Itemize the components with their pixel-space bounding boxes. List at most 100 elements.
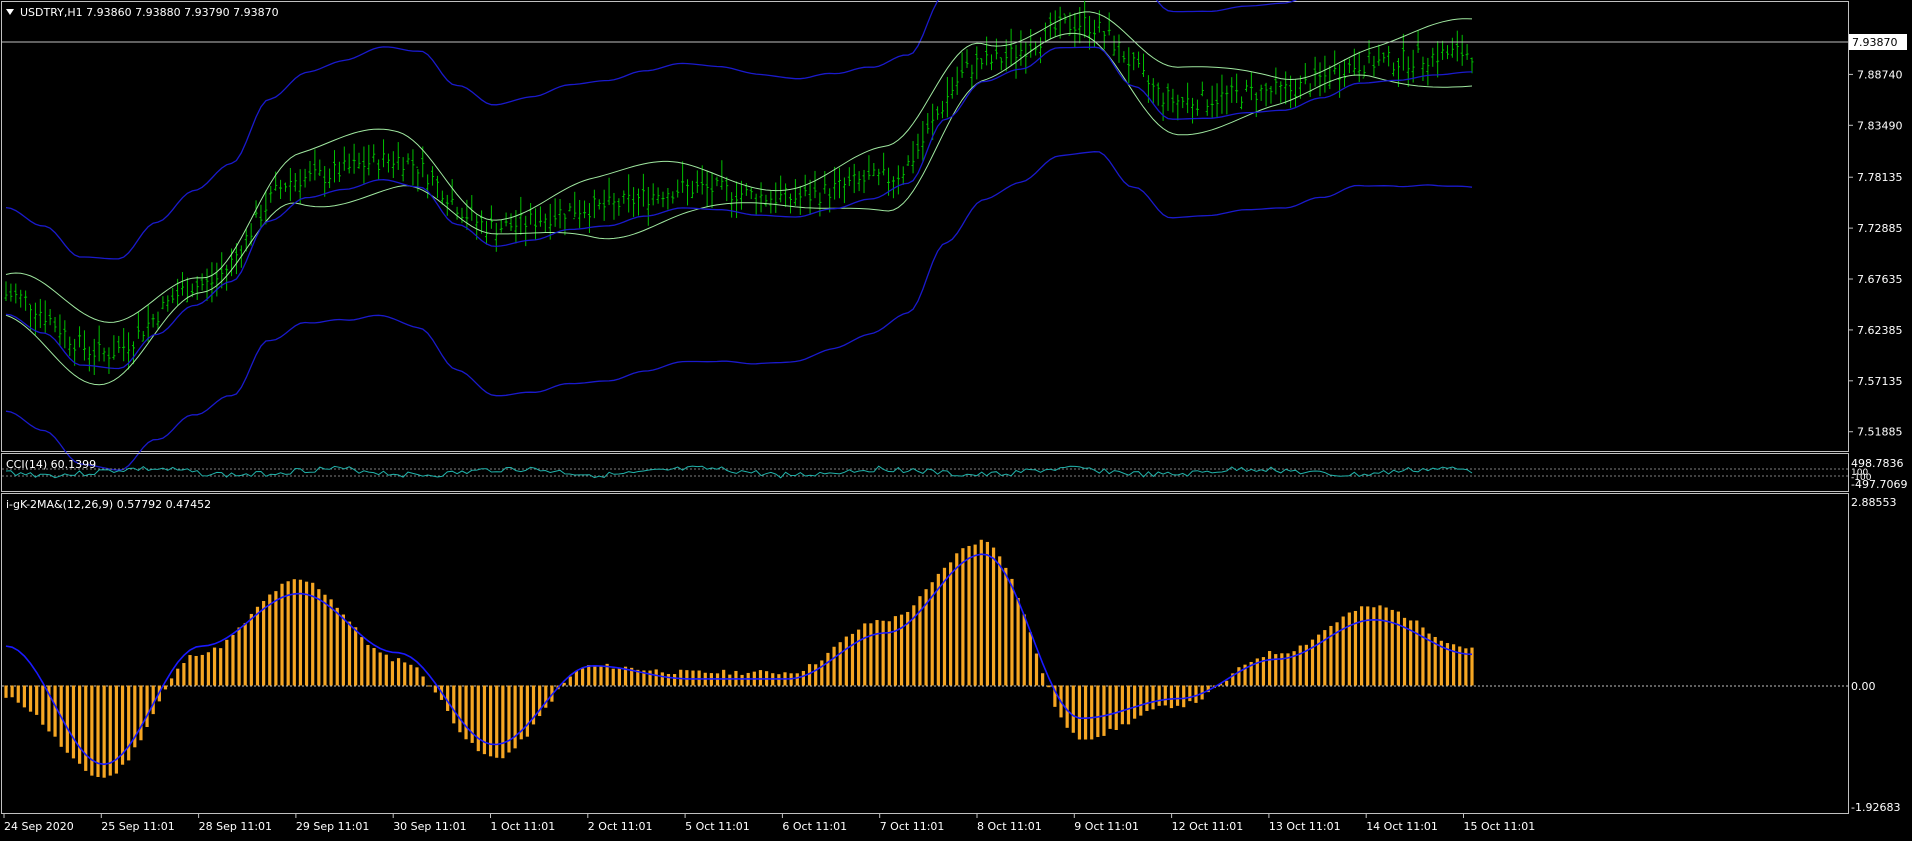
histogram-bar xyxy=(219,648,223,686)
histogram-bar xyxy=(292,579,296,686)
histogram-bar xyxy=(145,685,149,728)
histogram-bar xyxy=(1004,567,1008,686)
macd-tick-min: -1.92683 xyxy=(1851,801,1900,814)
chart-canvas[interactable]: USDTRY,H1 7.93860 7.93880 7.93790 7.9387… xyxy=(0,0,1912,838)
histogram-bar xyxy=(1065,685,1069,728)
histogram-bar xyxy=(4,685,8,698)
histogram-bar xyxy=(820,660,824,686)
histogram-bar xyxy=(672,674,677,686)
price-tick-label: 7.88740 xyxy=(1857,68,1903,81)
histogram-bar xyxy=(832,646,836,686)
histogram-bar xyxy=(1347,612,1351,686)
histogram-bar xyxy=(697,670,701,686)
histogram-bar xyxy=(691,670,695,686)
histogram-bar xyxy=(611,668,615,686)
histogram-bar xyxy=(1225,680,1229,686)
histogram-bar xyxy=(857,629,861,686)
histogram-bar xyxy=(1120,685,1124,725)
price-tick-label: 7.51885 xyxy=(1857,426,1903,439)
histogram-bar xyxy=(1108,685,1112,729)
time-tick-label: 25 Sep 11:01 xyxy=(101,820,174,833)
histogram-bar xyxy=(1102,685,1106,736)
histogram-bar xyxy=(347,621,352,686)
histogram-bar xyxy=(942,567,947,686)
histogram-bar xyxy=(599,665,603,686)
histogram-bar xyxy=(1022,614,1026,686)
histogram-bar xyxy=(801,670,806,686)
histogram-bar xyxy=(71,685,76,759)
histogram-bar xyxy=(170,678,174,686)
time-tick-label: 29 Sep 11:01 xyxy=(296,820,369,833)
time-tick-label: 9 Oct 11:01 xyxy=(1074,820,1139,833)
histogram-bar xyxy=(446,685,450,711)
histogram-bar xyxy=(973,544,977,686)
histogram-bar xyxy=(887,621,891,686)
histogram-bar xyxy=(1047,685,1051,688)
histogram-bar xyxy=(1341,616,1345,686)
histogram-bar xyxy=(378,652,382,686)
histogram-bar xyxy=(838,642,842,686)
histogram-bar xyxy=(22,685,27,708)
histogram-bar xyxy=(501,685,505,759)
histogram-bar xyxy=(323,594,327,686)
histogram-bar xyxy=(237,627,241,686)
histogram-bar xyxy=(317,589,321,686)
histogram-bar xyxy=(206,652,211,686)
histogram-bar xyxy=(850,633,855,686)
price-tick-label: 7.78135 xyxy=(1857,171,1903,184)
histogram-bar xyxy=(728,674,732,686)
histogram-bar xyxy=(421,676,425,686)
histogram-bar xyxy=(354,627,358,686)
histogram-bar xyxy=(1145,685,1149,711)
histogram-bar xyxy=(949,562,953,686)
histogram-bar xyxy=(360,637,364,686)
cci-panel-title: CCI(14) 60.1399 xyxy=(6,458,96,471)
histogram-bar xyxy=(280,583,284,686)
histogram-bar xyxy=(587,665,591,686)
histogram-bar xyxy=(151,685,155,715)
histogram-bar xyxy=(869,623,873,686)
histogram-bar xyxy=(41,685,45,725)
histogram-bar xyxy=(1366,606,1370,686)
time-tick-label: 2 Oct 11:01 xyxy=(588,820,653,833)
price-tick-label: 7.83490 xyxy=(1857,119,1903,132)
histogram-bar xyxy=(341,614,345,686)
histogram-bar xyxy=(814,664,818,686)
histogram-bar xyxy=(1415,620,1419,686)
histogram-bar xyxy=(1182,685,1186,708)
histogram-bar xyxy=(329,599,333,686)
histogram-bar xyxy=(188,655,192,686)
histogram-bar xyxy=(574,670,579,686)
histogram-bar xyxy=(1372,607,1376,686)
histogram-bar xyxy=(893,616,898,686)
time-tick-label: 13 Oct 11:01 xyxy=(1269,820,1341,833)
histogram-bar xyxy=(863,623,867,686)
histogram-bar xyxy=(249,613,253,686)
trading-chart-window[interactable]: USDTRY,H1 7.93860 7.93880 7.93790 7.9387… xyxy=(0,0,1912,838)
time-tick-label: 15 Oct 11:01 xyxy=(1464,820,1536,833)
histogram-bar xyxy=(1157,685,1161,706)
histogram-bar xyxy=(844,636,848,686)
histogram-bar xyxy=(1151,685,1155,710)
histogram-bar xyxy=(826,652,830,686)
histogram-bar xyxy=(1133,685,1137,719)
time-tick-label: 8 Oct 11:01 xyxy=(977,820,1042,833)
histogram-bar xyxy=(53,685,57,737)
histogram-bar xyxy=(200,654,204,686)
histogram-bar xyxy=(967,545,971,686)
histogram-bar xyxy=(403,662,407,686)
histogram-bar xyxy=(243,623,247,686)
histogram-bar xyxy=(458,685,462,733)
histogram-bar xyxy=(666,673,671,686)
histogram-bar xyxy=(580,668,585,686)
histogram-bar xyxy=(1267,651,1272,686)
histogram-bar xyxy=(617,667,621,686)
histogram-bar xyxy=(464,685,468,740)
histogram-bar xyxy=(1378,605,1382,686)
histogram-bar xyxy=(274,591,278,686)
histogram-bar xyxy=(28,685,33,712)
histogram-bar xyxy=(495,685,499,758)
histogram-bar xyxy=(1169,685,1174,709)
current-price-label: 7.93870 xyxy=(1852,36,1898,49)
price-tick-label: 7.72885 xyxy=(1857,222,1903,235)
